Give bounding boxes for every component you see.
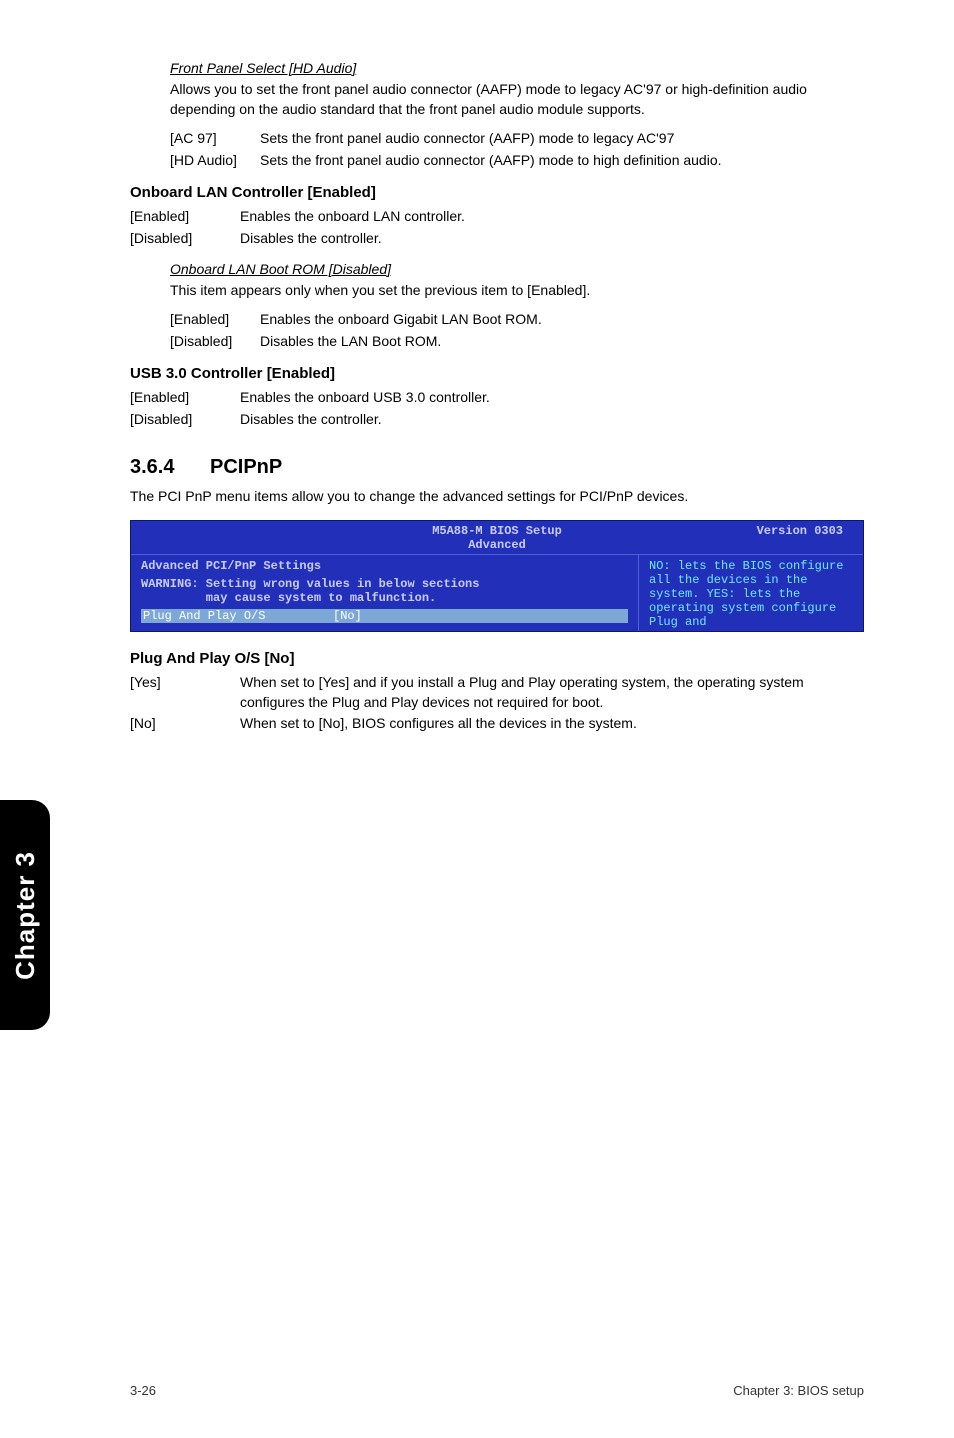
front-panel-select-desc: Allows you to set the front panel audio …: [170, 80, 864, 119]
ac97-key: [AC 97]: [170, 129, 260, 149]
page-footer: 3-26 Chapter 3: BIOS setup: [0, 1383, 954, 1398]
lan-bootrom-desc: This item appears only when you set the …: [170, 281, 864, 301]
section-desc: The PCI PnP menu items allow you to chan…: [130, 487, 864, 507]
hdaudio-row: [HD Audio] Sets the front panel audio co…: [170, 151, 864, 171]
usb30-enabled-key: [Enabled]: [130, 388, 240, 408]
usb30-heading: USB 3.0 Controller [Enabled]: [130, 365, 864, 382]
footer-chapter-label: Chapter 3: BIOS setup: [733, 1383, 864, 1398]
lan-enabled-key: [Enabled]: [130, 207, 240, 227]
bios-help-panel: NO: lets the BIOS configure all the devi…: [638, 555, 863, 631]
usb30-disabled-key: [Disabled]: [130, 410, 240, 430]
bios-title: M5A88-M BIOS Setup: [432, 524, 562, 538]
section-number: 3.6.4: [130, 456, 210, 479]
pnp-no-row: [No] When set to [No], BIOS configures a…: [130, 714, 864, 734]
pnp-os-heading: Plug And Play O/S [No]: [130, 650, 864, 667]
usb30-enabled-val: Enables the onboard USB 3.0 controller.: [240, 388, 490, 408]
bios-tab-advanced[interactable]: Advanced: [468, 538, 526, 552]
bios-warning-line1: WARNING: Setting wrong values in below s…: [141, 577, 628, 591]
usb30-disabled-row: [Disabled] Disables the controller.: [130, 410, 864, 430]
bios-pnp-settings-label: Advanced PCI/PnP Settings: [141, 559, 628, 573]
bios-version: Version 0303: [757, 524, 843, 538]
bootrom-enabled-key: [Enabled]: [170, 310, 260, 330]
bios-plug-and-play-key: Plug And Play O/S: [143, 609, 333, 623]
hdaudio-val: Sets the front panel audio connector (AA…: [260, 151, 722, 171]
bios-plug-and-play-val: [No]: [333, 609, 362, 623]
pnp-no-val: When set to [No], BIOS configures all th…: [240, 714, 637, 734]
lan-bootrom-heading: Onboard LAN Boot ROM [Disabled]: [170, 261, 864, 277]
bios-warning-line2: may cause system to malfunction.: [141, 591, 628, 605]
usb30-enabled-row: [Enabled] Enables the onboard USB 3.0 co…: [130, 388, 864, 408]
bootrom-disabled-key: [Disabled]: [170, 332, 260, 352]
onboard-lan-heading: Onboard LAN Controller [Enabled]: [130, 184, 864, 201]
lan-enabled-row: [Enabled] Enables the onboard LAN contro…: [130, 207, 864, 227]
front-panel-select-heading: Front Panel Select [HD Audio]: [170, 60, 864, 76]
lan-enabled-val: Enables the onboard LAN controller.: [240, 207, 465, 227]
pnp-yes-key: [Yes]: [130, 673, 240, 712]
pnp-no-key: [No]: [130, 714, 240, 734]
pnp-yes-val: When set to [Yes] and if you install a P…: [240, 673, 864, 712]
section-header-row: 3.6.4 PCIPnP: [130, 456, 864, 479]
lan-disabled-row: [Disabled] Disables the controller.: [130, 229, 864, 249]
bootrom-disabled-val: Disables the LAN Boot ROM.: [260, 332, 441, 352]
ac97-val: Sets the front panel audio connector (AA…: [260, 129, 674, 149]
usb30-disabled-val: Disables the controller.: [240, 410, 382, 430]
footer-page-number: 3-26: [130, 1383, 156, 1398]
ac97-row: [AC 97] Sets the front panel audio conne…: [170, 129, 864, 149]
section-title: PCIPnP: [210, 456, 282, 479]
chapter-side-tab-label: Chapter 3: [10, 851, 41, 980]
lan-disabled-val: Disables the controller.: [240, 229, 382, 249]
bootrom-disabled-row: [Disabled] Disables the LAN Boot ROM.: [170, 332, 864, 352]
bootrom-enabled-val: Enables the onboard Gigabit LAN Boot ROM…: [260, 310, 542, 330]
bootrom-enabled-row: [Enabled] Enables the onboard Gigabit LA…: [170, 310, 864, 330]
chapter-side-tab: Chapter 3: [0, 800, 50, 1030]
hdaudio-key: [HD Audio]: [170, 151, 260, 171]
bios-plug-and-play-row[interactable]: Plug And Play O/S [No]: [141, 609, 628, 623]
lan-disabled-key: [Disabled]: [130, 229, 240, 249]
bios-screenshot: M5A88-M BIOS Setup Version 0303 Advanced…: [130, 520, 864, 632]
pnp-yes-row: [Yes] When set to [Yes] and if you insta…: [130, 673, 864, 712]
